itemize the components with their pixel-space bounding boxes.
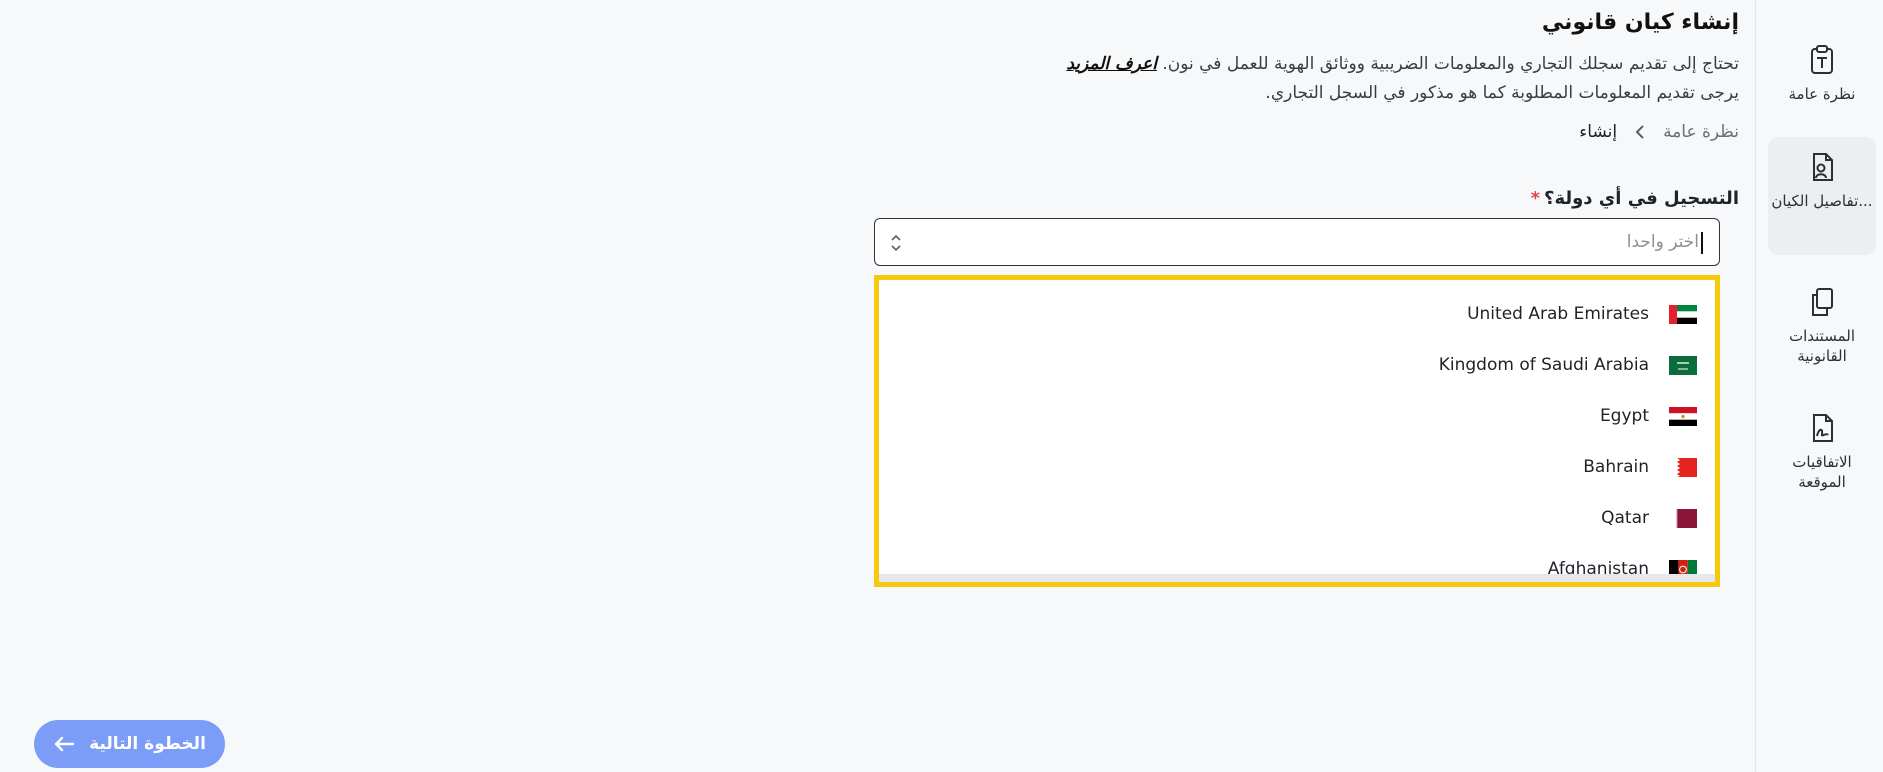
sidebar-item-overview[interactable]: نظرة عامة bbox=[1768, 30, 1876, 120]
chevron-left-icon bbox=[1635, 125, 1644, 139]
learn-more-link[interactable]: اعرف المزيد bbox=[1066, 54, 1157, 74]
sidebar-item-label: تفاصيل الكيان... bbox=[1771, 192, 1873, 210]
saudi-flag-icon bbox=[1669, 355, 1697, 375]
option-label: Egypt bbox=[1599, 406, 1649, 426]
bahrain-flag-icon bbox=[1669, 457, 1697, 477]
breadcrumb-create: إنشاء bbox=[1579, 122, 1618, 142]
list-item[interactable]: Qatar bbox=[1601, 504, 1697, 532]
document-user-icon bbox=[1813, 153, 1833, 181]
sidebar-item-entity-details[interactable]: تفاصيل الكيان... bbox=[1768, 137, 1876, 255]
select-placeholder: اختر واحدا bbox=[1626, 232, 1699, 252]
breadcrumb-overview[interactable]: نظرة عامة bbox=[1663, 122, 1739, 142]
country-label-text: التسجيل في أي دولة؟ bbox=[1544, 188, 1739, 209]
page-description: تحتاج إلى تقديم سجلك التجاري والمعلومات … bbox=[979, 50, 1739, 108]
sidebar-item-label: المستندات القانونية bbox=[1788, 327, 1855, 365]
country-field-label: التسجيل في أي دولة؟* bbox=[1531, 188, 1739, 209]
page-title: إنشاء كيان قانوني bbox=[1541, 10, 1739, 35]
description-text-2: يرجى تقديم المعلومات المطلوبة كما هو مذك… bbox=[1265, 83, 1739, 103]
option-label: Kingdom of Saudi Arabia bbox=[1438, 355, 1649, 375]
sidebar-item-label: الاتفاقيات الموقعة bbox=[1792, 453, 1852, 491]
sidebar-item-signed-agreements[interactable]: الاتفاقيات الموقعة bbox=[1768, 398, 1876, 498]
document-signature-icon bbox=[1813, 414, 1833, 442]
list-item[interactable]: Bahrain bbox=[1583, 453, 1697, 481]
option-label: United Arab Emirates bbox=[1467, 304, 1649, 324]
description-text: تحتاج إلى تقديم سجلك التجاري والمعلومات … bbox=[1162, 54, 1739, 74]
text-cursor bbox=[1701, 232, 1703, 254]
sidebar-item-label: نظرة عامة bbox=[1788, 85, 1856, 103]
country-select[interactable]: اختر واحدا bbox=[874, 218, 1720, 266]
chevron-up-down-icon bbox=[891, 234, 901, 252]
option-label: Qatar bbox=[1601, 508, 1649, 528]
required-mark: * bbox=[1530, 188, 1540, 209]
egypt-flag-icon bbox=[1669, 406, 1697, 426]
list-item[interactable]: United Arab Emirates bbox=[1467, 300, 1697, 328]
clipboard-text-icon bbox=[1811, 45, 1833, 74]
arrow-left-icon bbox=[54, 736, 75, 752]
sidebar-item-legal-documents[interactable]: المستندات القانونية bbox=[1768, 272, 1876, 372]
sidebar: نظرة عامة تفاصيل الكيان... المستندات الق… bbox=[1755, 0, 1883, 772]
next-step-label: الخطوة التالية bbox=[89, 734, 206, 754]
qatar-flag-icon bbox=[1669, 508, 1697, 528]
list-item[interactable]: Egypt bbox=[1600, 402, 1697, 430]
option-label: Bahrain bbox=[1583, 457, 1649, 477]
breadcrumb: نظرة عامة إنشاء bbox=[1579, 122, 1739, 142]
uae-flag-icon bbox=[1669, 304, 1697, 324]
dropdown-scroll-edge bbox=[879, 574, 1715, 582]
next-step-button[interactable]: الخطوة التالية bbox=[34, 720, 225, 768]
list-item[interactable]: Kingdom of Saudi Arabia bbox=[1439, 351, 1697, 379]
documents-copy-icon bbox=[1812, 288, 1833, 316]
country-dropdown-list[interactable]: United Arab Emirates Kingdom of Saudi Ar… bbox=[874, 275, 1720, 587]
